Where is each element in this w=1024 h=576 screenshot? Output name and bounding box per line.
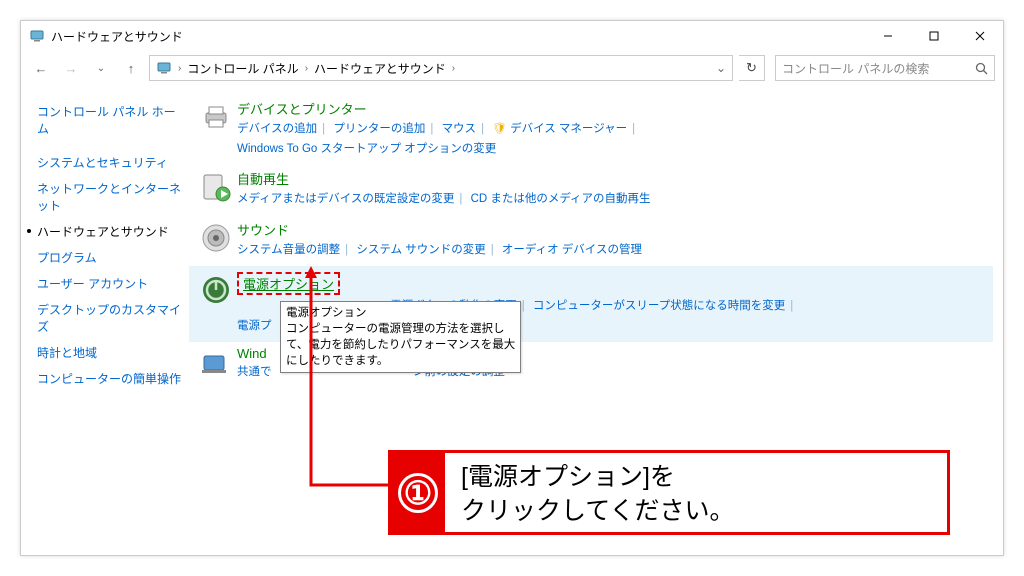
callout-text: [電源オプション]を クリックしてください。 xyxy=(445,453,751,537)
instruction-callout: ① [電源オプション]を クリックしてください。 xyxy=(388,450,950,535)
callout-number-badge: ① xyxy=(391,453,445,532)
